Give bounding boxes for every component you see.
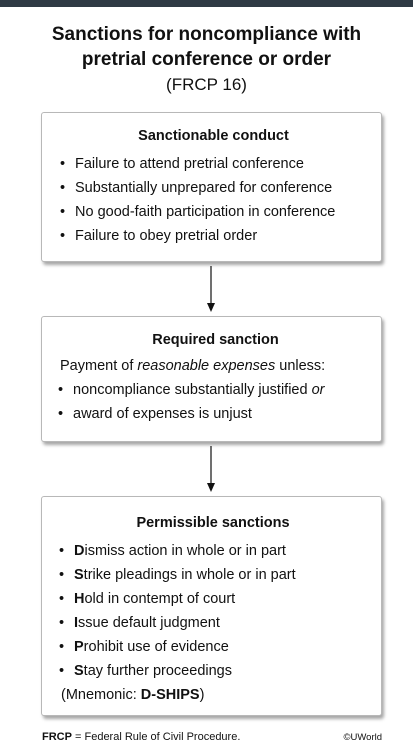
required-sanction-box: Required sanction Payment of reasonable … bbox=[41, 316, 382, 442]
intro-after: unless: bbox=[275, 358, 326, 374]
permissible-sanctions-list: • Dismiss action in whole or in part • Stri… bbox=[55, 539, 371, 683]
mnemonic-prefix: (Mnemonic: bbox=[61, 687, 141, 703]
bullet-icon: • bbox=[59, 615, 65, 631]
bullet-icon: • bbox=[60, 228, 66, 244]
item-text: noncompliance substantially justified bbox=[73, 382, 312, 398]
bullet-icon: • bbox=[59, 591, 65, 607]
title-line-2: pretrial conference or order bbox=[81, 49, 332, 70]
diagram-title: Sanctions for noncompliance with pretria… bbox=[0, 22, 413, 72]
item-text: ssue default judgment bbox=[78, 615, 220, 631]
footer-note: FRCP = Federal Rule of Civil Procedure. bbox=[42, 730, 240, 744]
bullet-icon: • bbox=[60, 204, 66, 220]
item-text: No good-faith participation in conferenc… bbox=[75, 204, 336, 220]
down-arrow-2 bbox=[207, 446, 215, 492]
title-line-1: Sanctions for noncompliance with bbox=[51, 24, 362, 45]
diagram-subtitle: (FRCP 16) bbox=[166, 75, 247, 94]
item-text: trike pleadings in whole or in part bbox=[83, 567, 296, 583]
bullet-icon: • bbox=[60, 180, 66, 196]
bullet-icon: • bbox=[59, 639, 65, 655]
permissible-sanctions-title: Permissible sanctions bbox=[136, 515, 290, 531]
mnemonic-letter: H bbox=[74, 591, 85, 607]
bullet-icon: • bbox=[58, 382, 64, 398]
item-text: ismiss action in whole or in part bbox=[84, 543, 286, 559]
list-item: • Hold in contempt of court bbox=[55, 587, 371, 611]
mnemonic-letter: S bbox=[74, 567, 84, 583]
list-item: • Strike pleadings in whole or in part bbox=[55, 563, 371, 587]
list-item: • Dismiss action in whole or in part bbox=[55, 539, 371, 563]
item-text: tay further proceedings bbox=[83, 663, 232, 679]
bullet-icon: • bbox=[60, 156, 66, 172]
sanctionable-conduct-title: Sanctionable conduct bbox=[138, 128, 289, 144]
required-sanction-list: • noncompliance substantially justified o… bbox=[54, 378, 371, 426]
bullet-icon: • bbox=[59, 543, 65, 559]
item-text: old in contempt of court bbox=[84, 591, 236, 607]
intro-before: Payment of bbox=[60, 358, 138, 374]
down-arrow-1 bbox=[207, 266, 215, 312]
bullet-icon: • bbox=[59, 663, 65, 679]
bullet-icon: • bbox=[58, 406, 64, 422]
item-italic: or bbox=[311, 382, 325, 398]
mnemonic-letter: S bbox=[74, 663, 84, 679]
list-item: • Stay further proceedings bbox=[55, 659, 371, 683]
list-item: • noncompliance substantially justified o… bbox=[54, 378, 371, 402]
permissible-sanctions-box: Permissible sanctions • Dismiss action in… bbox=[41, 496, 382, 716]
sanctionable-conduct-box: Sanctionable conduct • Failure to attend … bbox=[41, 112, 382, 262]
item-text: Failure to attend pretrial conference bbox=[75, 156, 304, 172]
mnemonic-letter: P bbox=[74, 639, 84, 655]
mnemonic-suffix: ) bbox=[199, 687, 205, 703]
mnemonic-line: (Mnemonic: D-SHIPS) bbox=[61, 683, 371, 707]
list-item: • Issue default judgment bbox=[55, 611, 371, 635]
footer-definition: = Federal Rule of Civil Procedure. bbox=[71, 731, 241, 743]
mnemonic-letter: D bbox=[74, 543, 85, 559]
item-text: rohibit use of evidence bbox=[83, 639, 229, 655]
item-text: Substantially unprepared for conference bbox=[75, 180, 333, 196]
list-item: • award of expenses is unjust bbox=[54, 402, 371, 426]
list-item: • Failure to attend pretrial conference bbox=[56, 152, 371, 176]
copyright: ©UWorld bbox=[343, 732, 383, 743]
list-item: • Failure to obey pretrial order bbox=[56, 224, 371, 248]
list-item: • Prohibit use of evidence bbox=[55, 635, 371, 659]
intro-italic: reasonable expenses bbox=[137, 358, 276, 374]
top-bar bbox=[0, 0, 413, 7]
item-text: Failure to obey pretrial order bbox=[75, 228, 258, 244]
page: Sanctions for noncompliance with pretria… bbox=[0, 0, 413, 753]
sanctionable-conduct-list: • Failure to attend pretrial conference • S… bbox=[56, 152, 371, 248]
bullet-icon: • bbox=[59, 567, 65, 583]
mnemonic-word: D-SHIPS bbox=[140, 687, 200, 703]
list-item: • No good-faith participation in conferen… bbox=[56, 200, 371, 224]
item-text: award of expenses is unjust bbox=[73, 406, 252, 422]
footer-abbr: FRCP bbox=[42, 731, 72, 743]
required-sanction-title: Required sanction bbox=[152, 332, 279, 348]
list-item: • Substantially unprepared for conference bbox=[56, 176, 371, 200]
required-sanction-intro: Payment of reasonable expenses unless: bbox=[60, 354, 371, 378]
